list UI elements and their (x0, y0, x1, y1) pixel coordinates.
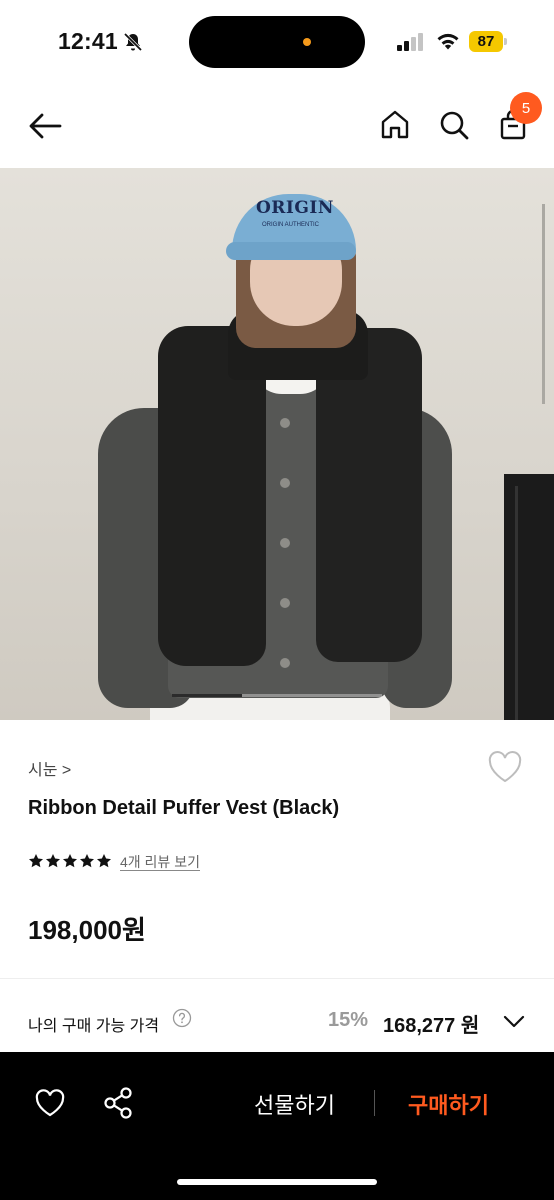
image-carousel-indicator (172, 694, 382, 697)
image-pole (542, 204, 545, 404)
image-heater-line (515, 486, 518, 720)
heart-icon[interactable] (486, 749, 524, 785)
product-image[interactable]: ORIGIN ORIGIN AUTHENTIC (0, 168, 554, 720)
status-bar: 12:41 87 (0, 0, 554, 84)
image-buttons (280, 408, 292, 678)
image-cap-brim (226, 242, 356, 260)
star-icon (63, 854, 77, 868)
divider (0, 978, 554, 979)
product-price: 198,000원 (28, 915, 146, 945)
image-cap-subtext: ORIGIN AUTHENTIC (262, 222, 320, 228)
star-icon (97, 854, 111, 868)
privacy-indicator-dot (303, 38, 311, 46)
signal-icon (397, 33, 423, 51)
share-icon[interactable] (102, 1086, 134, 1120)
back-arrow-icon[interactable] (26, 110, 64, 142)
my-price-label: 나의 구매 가능 가격 (28, 1018, 160, 1035)
discount-rate: 15% (328, 1009, 369, 1031)
search-icon[interactable] (437, 108, 471, 142)
review-link[interactable]: 4개 리뷰 보기 (120, 854, 200, 871)
rating-stars (28, 853, 112, 869)
brand-link[interactable]: 시눈 > (28, 756, 71, 780)
star-icon (46, 854, 60, 868)
button-separator (374, 1090, 375, 1116)
star-icon (29, 854, 43, 868)
battery-icon: 87 (469, 31, 509, 52)
product-name: Ribbon Detail Puffer Vest (Black) (28, 797, 340, 819)
image-heater (504, 474, 554, 720)
image-carousel-indicator-fill (172, 694, 242, 697)
bottom-action-bar: 선물하기 구매하기 (0, 1052, 554, 1200)
home-indicator (177, 1179, 377, 1185)
gift-button[interactable]: 선물하기 (254, 1088, 335, 1120)
battery-level: 87 (469, 31, 503, 52)
heart-icon[interactable] (34, 1088, 66, 1118)
chevron-down-icon[interactable] (502, 1011, 526, 1031)
image-cap-text: ORIGIN (256, 198, 334, 218)
status-time: 12:41 (58, 28, 118, 54)
buy-button[interactable]: 구매하기 (408, 1088, 489, 1120)
my-price-value: 168,277 원 (383, 1015, 480, 1037)
wifi-icon (437, 33, 459, 50)
cart-count-badge: 5 (510, 92, 542, 124)
home-icon[interactable] (378, 108, 412, 142)
help-icon[interactable] (172, 1008, 192, 1028)
top-nav (0, 84, 554, 168)
bell-off-icon (123, 32, 143, 52)
dynamic-island (189, 16, 365, 68)
star-icon (80, 854, 94, 868)
battery-cap (504, 38, 507, 45)
